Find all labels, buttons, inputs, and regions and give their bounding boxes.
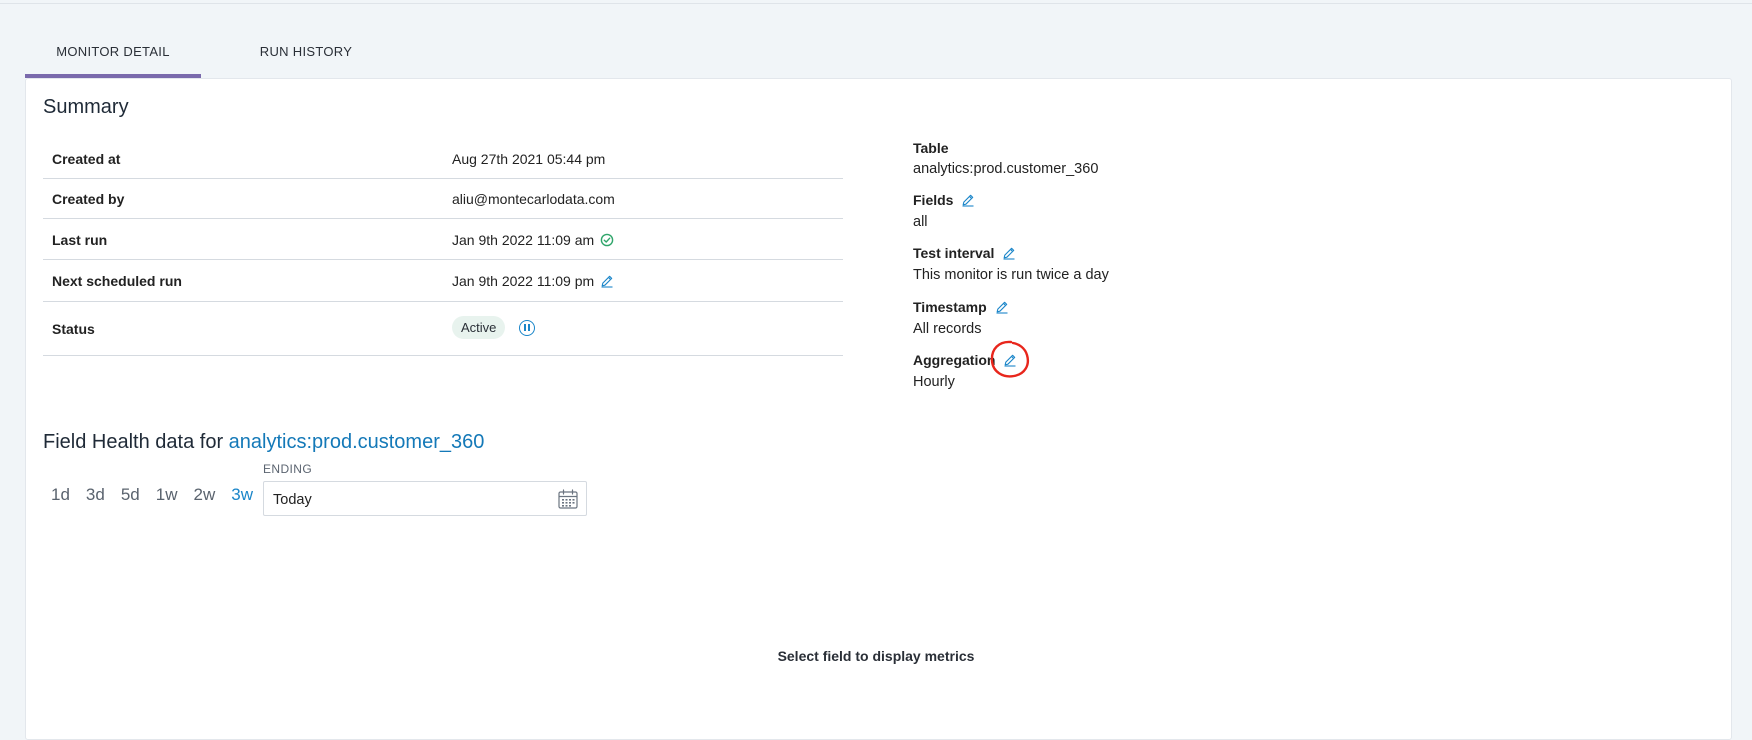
fields-value: all [913,214,928,230]
range-2w[interactable]: 2w [194,485,216,505]
interval-label-row: Test interval [913,245,1109,261]
range-1d[interactable]: 1d [51,485,70,505]
summary-row-created-by: Created by aliu@montecarlodata.com [43,179,843,219]
field-health-title-prefix: Field Health data for [43,431,224,453]
row-label: Last run [52,232,108,248]
row-label: Created at [52,151,121,167]
detail-timestamp: Timestamp All records [913,299,1009,337]
last-run-value: Jan 9th 2022 11:09 am [452,232,595,248]
created-at-value: Aug 27th 2021 05:44 pm [452,151,606,167]
pause-icon[interactable] [519,319,536,336]
edit-fields-icon[interactable] [961,193,975,207]
tab-run-history[interactable]: RUN HISTORY [201,28,411,78]
summary-row-created-at: Created at Aug 27th 2021 05:44 pm [43,138,843,179]
row-value: Active [452,316,536,339]
range-1w[interactable]: 1w [156,485,178,505]
next-run-value: Jan 9th 2022 11:09 pm [452,273,595,289]
row-value: Aug 27th 2021 05:44 pm [452,151,605,167]
row-value: Jan 9th 2022 11:09 pm [452,273,614,289]
detail-table: Table analytics:prod.customer_360 [913,140,1098,177]
row-value: aliu@montecarlodata.com [452,191,615,207]
row-value: Jan 9th 2022 11:09 am [452,232,614,248]
tab-bar: MONITOR DETAIL RUN HISTORY [25,28,411,78]
summary-table: Created at Aug 27th 2021 05:44 pm Create… [43,138,843,356]
summary-row-last-run: Last run Jan 9th 2022 11:09 am [43,219,843,260]
timestamp-label-row: Timestamp [913,299,1009,315]
edit-schedule-icon[interactable] [600,274,614,288]
range-selector: 1d 3d 5d 1w 2w 3w [51,485,269,505]
fields-label: Fields [913,192,954,208]
summary-row-status: Status Active [43,302,843,356]
interval-label: Test interval [913,245,995,261]
created-by-value: aliu@montecarlodata.com [452,191,615,207]
detail-fields: Fields all [913,192,975,230]
range-5d[interactable]: 5d [121,485,140,505]
top-divider [0,3,1752,4]
edit-timestamp-icon[interactable] [995,300,1009,314]
annotation-circle-icon [990,340,1029,378]
summary-row-next-run: Next scheduled run Jan 9th 2022 11:09 pm [43,260,843,302]
fields-label-row: Fields [913,192,975,208]
empty-metrics-message: Select field to display metrics [777,648,975,664]
range-3d[interactable]: 3d [86,485,105,505]
check-circle-icon [600,233,614,247]
row-label: Status [52,321,95,337]
row-label: Created by [52,191,125,207]
table-link[interactable]: analytics:prod.customer_360 [229,431,485,453]
summary-title: Summary [43,96,129,118]
interval-value: This monitor is run twice a day [913,267,1109,283]
status-badge: Active [452,316,506,339]
table-value: analytics:prod.customer_360 [913,161,1099,177]
timestamp-label: Timestamp [913,299,987,315]
field-health-title: Field Health data for analytics:prod.cus… [43,431,484,454]
timestamp-value: All records [913,321,982,337]
detail-test-interval: Test interval This monitor is run twice … [913,245,1109,283]
tab-monitor-detail[interactable]: MONITOR DETAIL [25,28,201,78]
aggregation-label: Aggregation [913,352,996,368]
ending-date-field[interactable]: Today [263,481,587,516]
edit-interval-icon[interactable] [1002,246,1016,260]
row-label: Next scheduled run [52,273,182,289]
table-label: Table [913,140,949,156]
calendar-icon[interactable] [557,488,579,510]
ending-date-value: Today [273,492,312,508]
ending-label: ENDING [263,462,313,476]
range-3w[interactable]: 3w [231,485,253,505]
